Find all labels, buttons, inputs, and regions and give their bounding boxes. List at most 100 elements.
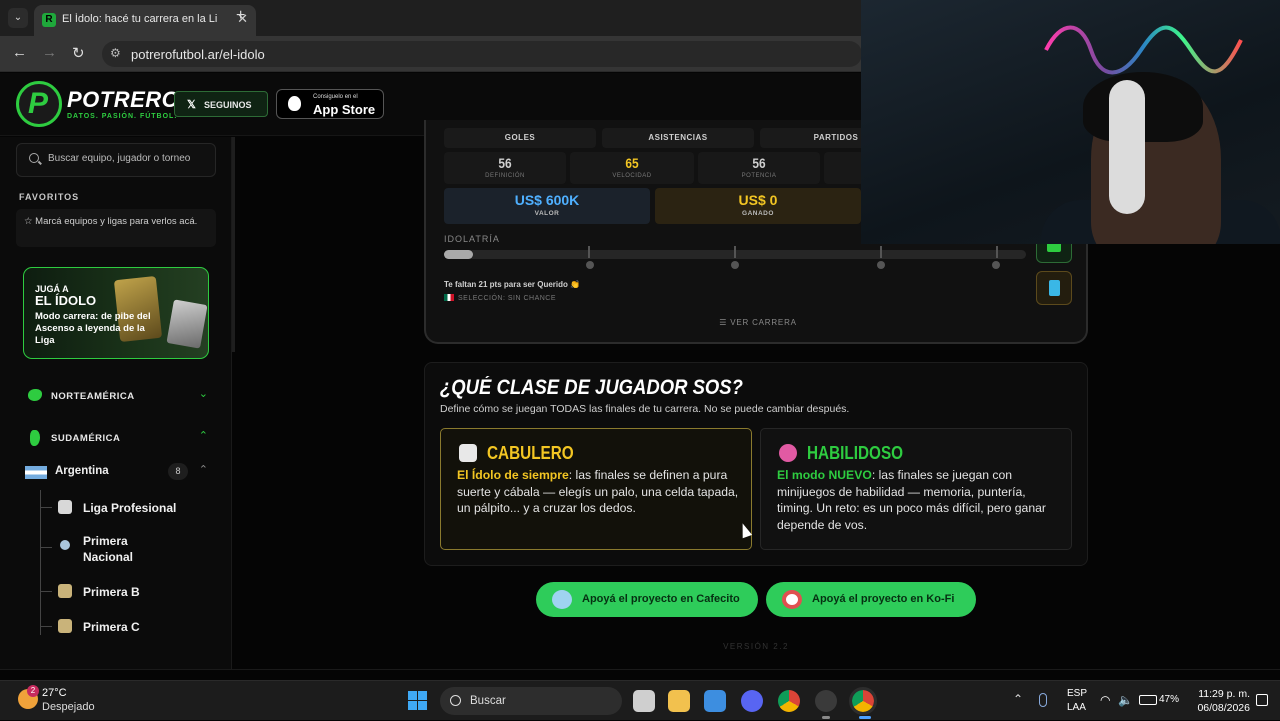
sidebar-search[interactable] xyxy=(16,143,216,177)
selection-text: SELECCIÓN: SIN CHANCE xyxy=(458,295,557,302)
crown-icon xyxy=(992,261,1000,269)
class-name: CABULERO xyxy=(487,443,574,463)
wifi-icon[interactable]: ◠ xyxy=(1100,693,1110,707)
app-running-indicator xyxy=(822,716,830,719)
taskbar-search[interactable]: Buscar xyxy=(440,687,622,715)
chrome-icon[interactable] xyxy=(778,690,800,712)
start-button[interactable] xyxy=(408,691,428,711)
tree-tick xyxy=(40,591,52,592)
class-option-habilidoso[interactable]: HABILIDOSO El modo NUEVO: las finales se… xyxy=(760,428,1072,550)
mexico-flag-icon xyxy=(444,294,454,301)
back-button[interactable]: ← xyxy=(12,44,27,61)
cafecito-support-button[interactable]: Apoyá el proyecto en Cafecito xyxy=(536,582,758,617)
sidebar-scrollbar[interactable] xyxy=(232,137,235,352)
league-label: Primera C xyxy=(83,620,140,634)
tree-tick xyxy=(40,547,52,548)
class-section-subtitle: Define cómo se juegan TODAS las finales … xyxy=(440,403,850,415)
windows-taskbar: 2 27°C Despejado Buscar ⌃ ESP LAA ◠ 🔈 47… xyxy=(0,680,1280,720)
support-label: Apoyá el proyecto en Cafecito xyxy=(582,593,740,605)
earned-box: US$ 0 GANADO xyxy=(655,188,861,224)
sidebar-item-liga-profesional[interactable]: Liga Profesional xyxy=(40,499,220,519)
search-input[interactable] xyxy=(48,153,208,164)
class-description: El modo NUEVO: las finales se juegan con… xyxy=(777,467,1062,533)
notifications-icon[interactable] xyxy=(1256,694,1268,706)
idolatria-milestone xyxy=(588,246,590,258)
file-explorer-icon[interactable] xyxy=(668,690,690,712)
sidebar-item-norteamerica[interactable]: NORTEAMÉRICA ⌄ xyxy=(16,383,216,409)
follow-x-button[interactable]: 𝕏 SEGUINOS xyxy=(174,91,268,117)
system-tray: ⌃ ESP LAA ◠ 🔈 47% 11:29 p. m. 06/08/2026 xyxy=(1010,681,1280,721)
argentina-flag-icon xyxy=(25,466,47,479)
microsoft-store-icon[interactable] xyxy=(704,690,726,712)
card-button[interactable] xyxy=(1036,271,1072,305)
primera-b-badge-icon xyxy=(58,584,72,598)
site-favicon-icon: R xyxy=(42,13,56,27)
input-layout[interactable]: LAA xyxy=(1067,702,1086,713)
battery-icon[interactable] xyxy=(1139,695,1157,705)
chevron-down-icon: ⌄ xyxy=(198,388,208,400)
site-info-icon[interactable]: ⚙ xyxy=(110,46,121,60)
view-career-link[interactable]: ☰ VER CARRERA xyxy=(426,318,1090,327)
clock-time[interactable]: 11:29 p. m. xyxy=(1190,688,1250,700)
favorites-title: FAVORITOS xyxy=(19,192,80,202)
app-store-label: App Store xyxy=(313,102,376,117)
attribute-value: 56 xyxy=(752,155,766,171)
region-label: NORTEAMÉRICA xyxy=(51,391,135,402)
sidebar-item-primera-c[interactable]: Primera C xyxy=(40,618,220,638)
volume-icon[interactable]: 🔈 xyxy=(1118,693,1133,707)
primera-nacional-badge-icon xyxy=(60,540,70,550)
app-active-indicator xyxy=(859,716,871,719)
sidebar-item-sudamerica[interactable]: SUDAMÉRICA ⌃ xyxy=(16,425,216,451)
potrero-logo-icon[interactable]: P xyxy=(16,81,62,127)
kofi-heart-icon xyxy=(782,590,802,609)
attribute-caption: DEFINICIÓN xyxy=(485,173,525,179)
attribute-extra xyxy=(824,152,864,184)
new-tab-button[interactable]: + xyxy=(236,7,245,25)
browser-tab-active[interactable]: R El Ídolo: hacé tu carrera en la Li ✕ xyxy=(34,5,256,36)
task-view-icon[interactable] xyxy=(633,690,655,712)
sidebar-item-primera-nacional[interactable]: Primera Nacional xyxy=(40,533,220,567)
attribute-potencia: 56 POTENCIA xyxy=(698,152,820,184)
address-bar[interactable]: ⚙ potrerofutbol.ar/el-idolo xyxy=(102,41,862,67)
country-label: Argentina xyxy=(55,465,109,477)
market-value: US$ 600K xyxy=(514,192,580,208)
version-label: VERSIÓN 2.2 xyxy=(723,642,789,651)
app-store-button[interactable]: Consiguelo en el App Store xyxy=(276,89,384,119)
microphone-icon[interactable] xyxy=(1039,693,1047,707)
player-class-section: ¿QUÉ CLASE DE JUGADOR SOS? Define cómo s… xyxy=(424,362,1088,566)
clock-date[interactable]: 06/08/2026 xyxy=(1184,702,1250,714)
national-team-status: SELECCIÓN: SIN CHANCE xyxy=(444,294,556,302)
logo-name[interactable]: POTRERO xyxy=(67,87,179,113)
chevron-up-icon: ⌃ xyxy=(198,464,208,476)
weather-temperature[interactable]: 27°C xyxy=(42,687,67,699)
kofi-support-button[interactable]: Apoyá el proyecto en Ko-Fi xyxy=(766,582,976,617)
logo-letter: P xyxy=(28,87,49,120)
stat-label-goles: GOLES xyxy=(444,128,596,148)
class-option-cabulero[interactable]: CABULERO El Ídolo de siempre: las finale… xyxy=(440,428,752,550)
el-idolo-promo-banner[interactable]: JUGÁ A EL ÍDOLO Modo carrera: de pibe de… xyxy=(23,267,209,359)
idolatria-milestone xyxy=(880,246,882,258)
discord-icon[interactable] xyxy=(741,690,763,712)
dice-icon xyxy=(459,444,477,462)
league-label: Liga Profesional xyxy=(83,501,177,515)
battery-percentage[interactable]: 47% xyxy=(1159,694,1179,705)
class-description: El Ídolo de siempre: las finales se defi… xyxy=(457,467,742,517)
milestone-icon xyxy=(586,261,594,269)
attribute-caption: VELOCIDAD xyxy=(612,173,652,179)
chrome-profile-icon[interactable] xyxy=(849,687,877,715)
input-language[interactable]: ESP xyxy=(1067,688,1087,699)
reload-button[interactable]: ↻ xyxy=(72,44,85,62)
sidebar-item-argentina[interactable]: Argentina 8 ⌃ xyxy=(16,461,216,483)
x-logo-icon: 𝕏 xyxy=(187,99,196,111)
weather-description[interactable]: Despejado xyxy=(42,701,95,713)
tab-search-button[interactable]: ⌄ xyxy=(8,8,28,28)
windows-logo-icon xyxy=(418,691,427,700)
weather-badge: 2 xyxy=(27,685,39,697)
url-text[interactable]: potrerofutbol.ar/el-idolo xyxy=(131,47,265,62)
sidebar-item-primera-b[interactable]: Primera B xyxy=(40,583,220,603)
show-hidden-icons-button[interactable]: ⌃ xyxy=(1013,692,1023,706)
attribute-value: 65 xyxy=(625,155,639,171)
cafecito-icon xyxy=(552,590,572,609)
forward-button[interactable]: → xyxy=(42,44,57,61)
obs-icon[interactable] xyxy=(815,690,837,712)
